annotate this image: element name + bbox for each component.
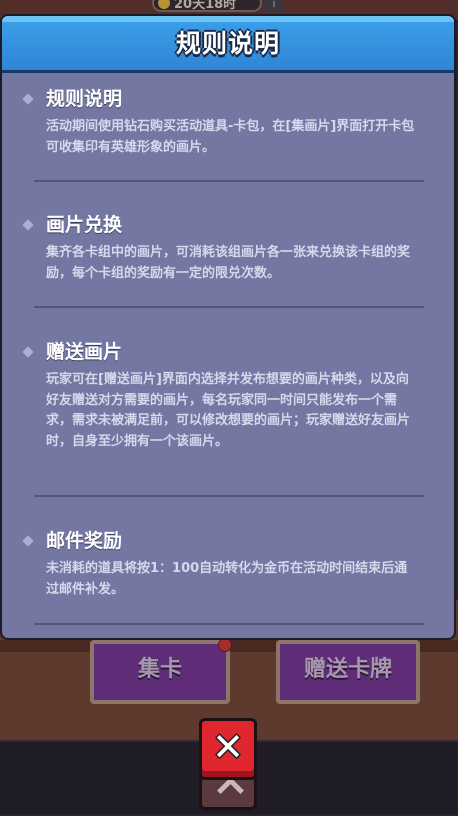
section-title: 画片兑换 [46, 214, 123, 236]
close-icon: ✕ [212, 725, 244, 769]
section-body: 活动期间使用钻石购买活动道具-卡包，在[集画片]界面打开卡包可收集印有英雄形象的… [46, 119, 415, 155]
diamond-bullet-icon [22, 219, 34, 231]
rules-content[interactable]: 规则说明 活动期间使用钻石购买活动道具-卡包，在[集画片]界面打开卡包可收集印有… [2, 73, 454, 638]
chevron-up-icon [217, 777, 244, 804]
diamond-bullet-icon [22, 93, 34, 105]
diamond-bullet-icon [22, 535, 34, 547]
section-body: 集齐各卡组中的画片，可消耗该组画片各一张来兑换该卡组的奖励，每个卡组的奖励有一定… [46, 245, 411, 281]
section-divider [34, 623, 424, 625]
section-divider [34, 495, 424, 497]
section-body: 玩家可在[赠送画片]界面内选择并发布想要的画片种类，以及向好友赠送对方需要的画片… [46, 372, 411, 449]
close-button[interactable]: ✕ [199, 718, 257, 780]
rules-dialog: 规则说明 规则说明 活动期间使用钻石购买活动道具-卡包，在[集画片]界面打开卡包… [0, 14, 456, 640]
section-title: 邮件奖励 [46, 530, 123, 552]
section-divider [34, 180, 424, 182]
section-title: 赠送画片 [46, 341, 123, 363]
dialog-title: 规则说明 [175, 29, 280, 58]
section-title: 规则说明 [46, 88, 123, 110]
diamond-bullet-icon [22, 346, 34, 358]
dialog-header: 规则说明 [2, 16, 454, 73]
section-divider [34, 306, 424, 308]
section-body: 未消耗的道具将按1：100自动转化为金币在活动时间结束后通过邮件补发。 [46, 561, 408, 597]
